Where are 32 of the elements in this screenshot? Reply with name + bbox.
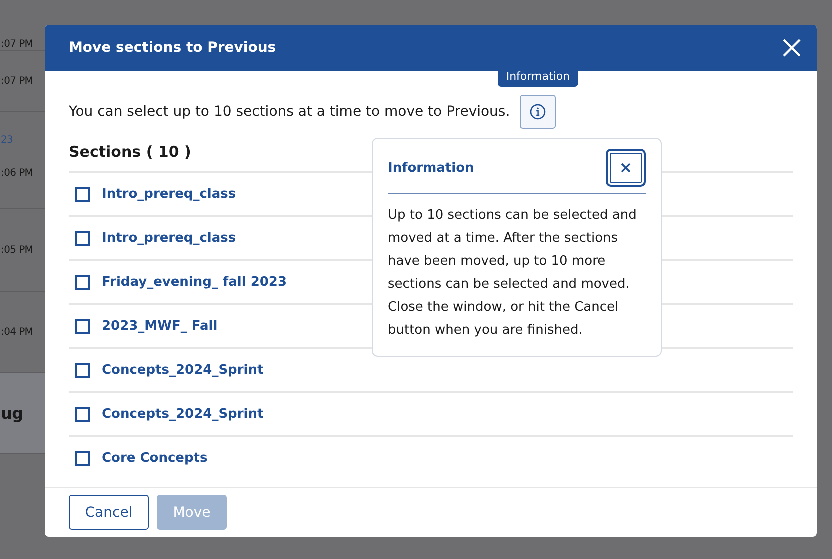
info-icon (530, 104, 546, 120)
section-name[interactable]: Concepts_2024_Sprint (102, 362, 264, 378)
popover-title: Information (388, 160, 474, 176)
checkbox[interactable] (75, 230, 90, 246)
intro-text: You can select up to 10 sections at a time to move to Previous. (69, 104, 510, 120)
popover-close-button[interactable] (606, 149, 646, 187)
background-text: :07 PM (1, 39, 34, 50)
background-text: :06 PM (1, 168, 34, 179)
background-text: :04 PM (1, 326, 34, 338)
popover-text: Up to 10 sections can be selected and moved at a time. After the sections have been moved, up to 10 more sections can be selected and moved. Close the window, or hit the Cancel button when you are finished. (388, 207, 638, 340)
close-button[interactable] (781, 37, 803, 59)
checkbox[interactable] (75, 186, 90, 202)
checkbox[interactable] (75, 406, 90, 422)
section-name[interactable]: 2023_MWF_ Fall (102, 318, 218, 334)
checkbox[interactable] (75, 362, 90, 378)
close-icon (621, 163, 631, 173)
section-name[interactable]: Core Concepts (102, 450, 208, 466)
checkbox[interactable] (75, 274, 90, 290)
section-name[interactable]: Intro_prereq_class (102, 230, 236, 246)
section-name[interactable]: Intro_prereq_class (102, 186, 236, 202)
section-name[interactable]: Concepts_2024_Sprint (102, 406, 264, 422)
background-text: :05 PM (1, 244, 34, 256)
background-text: ug (1, 404, 24, 422)
info-button[interactable] (520, 95, 556, 129)
background-text: :07 PM (1, 76, 34, 86)
background-text: 23 (1, 134, 14, 146)
section-name[interactable]: Friday_evening_ fall 2023 (102, 274, 288, 290)
close-icon (783, 39, 801, 57)
cancel-button[interactable]: Cancel (69, 495, 149, 530)
dialog-title: Move sections to Previous (69, 40, 276, 56)
checkbox[interactable] (75, 450, 90, 466)
checkbox[interactable] (75, 318, 90, 334)
